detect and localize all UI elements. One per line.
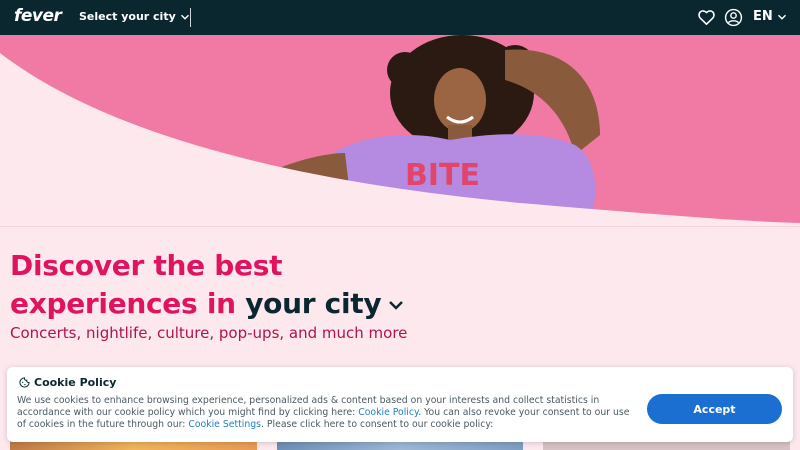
language-label: EN bbox=[753, 9, 773, 24]
page-subtitle: Concerts, nightlife, culture, pop-ups, a… bbox=[10, 324, 408, 342]
header-divider bbox=[190, 8, 191, 27]
hero-banner: BITE bbox=[0, 35, 800, 227]
accept-button[interactable]: Accept bbox=[647, 394, 782, 424]
cookie-title-text: Cookie Policy bbox=[34, 376, 117, 389]
headline-line2: experiences in bbox=[10, 287, 236, 320]
city-select[interactable]: Select your city bbox=[79, 10, 190, 23]
chevron-down-icon bbox=[389, 301, 404, 310]
headline-line2-wrap: experiences in your city bbox=[10, 285, 530, 323]
headline-line1: Discover the best bbox=[10, 249, 283, 282]
cookie-policy-link[interactable]: Cookie Policy bbox=[358, 407, 418, 418]
cookie-text-part: . Please click here to consent to our co… bbox=[261, 419, 494, 430]
cookie-settings-link[interactable]: Cookie Settings bbox=[188, 419, 261, 430]
chevron-down-icon bbox=[180, 14, 189, 20]
user-icon[interactable] bbox=[724, 8, 743, 27]
hero-illustration: BITE bbox=[0, 35, 800, 227]
cookie-banner: Cookie Policy We use cookies to enhance … bbox=[7, 367, 793, 442]
shirt-print: BITE bbox=[405, 158, 480, 193]
language-select[interactable]: EN bbox=[753, 9, 787, 24]
fever-logo[interactable]: fever bbox=[14, 6, 62, 26]
city-link[interactable]: your city bbox=[245, 287, 405, 320]
city-select-label: Select your city bbox=[79, 10, 176, 23]
hero-divider bbox=[0, 226, 800, 227]
cookie-description: We use cookies to enhance browsing exper… bbox=[17, 395, 632, 431]
cookie-title: Cookie Policy bbox=[19, 376, 116, 389]
cookie-icon bbox=[19, 377, 30, 388]
chevron-down-icon bbox=[777, 14, 786, 20]
page-headline: Discover the best experiences in your ci… bbox=[10, 247, 530, 323]
top-nav: fever Select your city EN bbox=[0, 0, 800, 35]
heart-icon[interactable] bbox=[697, 8, 716, 27]
city-link-label: your city bbox=[245, 287, 382, 320]
